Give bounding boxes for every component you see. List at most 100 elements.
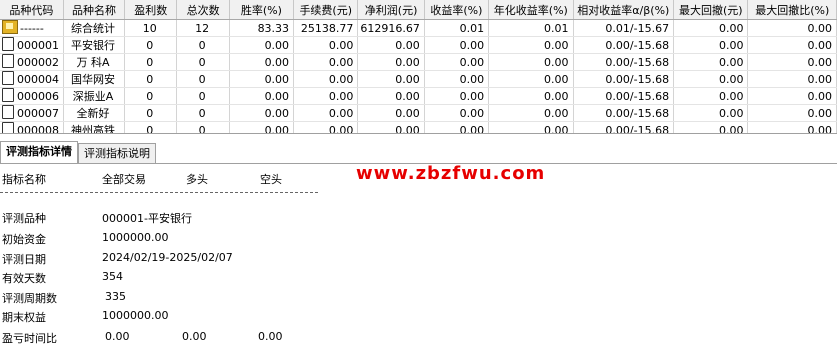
table-cell: 0.01 [488,19,574,37]
table-cell: 0.00 [488,104,574,122]
column-header[interactable]: 净利润(元) [357,0,425,20]
table-cell: 0.00 [673,87,749,105]
table-cell: 0.00 [229,36,295,54]
table-cell: 0.00 [488,121,574,133]
table-cell: 0.00 [357,53,425,71]
table-cell: 全新好 [63,104,126,122]
table-cell: 0 [124,104,178,122]
metric-label: 初始资金 [2,233,46,246]
metric-value: 335 [105,290,126,303]
table-cell: 0 [176,87,230,105]
table-cell: 0.00 [747,53,837,71]
table-cell: 0.00 [357,121,425,133]
metric-value: 354 [102,270,123,283]
stock-file-icon [2,88,14,102]
table-row[interactable]: 000008 神州高铁 0 0 0.00 0.00 0.00 0.00 0.00 0.00/-15… [0,121,837,134]
table-cell: 0.00 [673,36,749,54]
column-header[interactable]: 相对收益率α/β(%) [573,0,675,20]
metric-value: 2024/02/19-2025/02/07 [102,251,233,264]
stock-file-icon [2,54,14,68]
table-cell: 0.00 [488,36,574,54]
table-cell: 深振业A [63,87,126,105]
column-header[interactable]: 年化收益率(%) [488,0,574,20]
results-table-container[interactable]: 品种代码 品种名称 盈利数 总次数 胜率(%) 手续费(元) 净利润(元) 收益率(%) 年化收… [0,0,837,134]
table-cell: 83.33 [229,19,295,37]
tab-metrics-explanation[interactable]: 评测指标说明 [78,143,156,163]
table-cell: 0.00 [673,19,749,37]
metric-label: 评测周期数 [2,292,57,305]
table-cell: 612916.67 [357,19,425,37]
table-cell: 0.00 [747,121,837,133]
column-header[interactable]: 总次数 [176,0,230,20]
table-header-row: 品种代码 品种名称 盈利数 总次数 胜率(%) 手续费(元) 净利润(元) 收益率(%) 年化收… [0,0,837,20]
table-cell: 0.00/-15.68 [573,104,675,122]
stock-file-icon [2,37,14,51]
table-cell: 0 [176,121,230,133]
table-cell: 0 [176,104,230,122]
table-cell: 0.00 [424,53,490,71]
table-row[interactable]: 000007 全新好 0 0 0.00 0.00 0.00 0.00 0.00 0.00/-15.… [0,104,837,122]
table-row[interactable]: 000002 万 科A 0 0 0.00 0.00 0.00 0.00 0.00 0.00/-15… [0,53,837,71]
table-cell: 0.00 [673,53,749,71]
table-cell: 0.00 [357,36,425,54]
table-cell: 12 [176,19,230,37]
metric-value: 0.00 [105,330,130,343]
table-cell: 0 [176,70,230,88]
table-cell: 0.00/-15.68 [573,53,675,71]
metric-value-long: 0.00 [182,330,207,343]
table-cell: 0.00 [357,87,425,105]
table-cell: 0.00 [488,87,574,105]
column-header[interactable]: 最大回撤(元) [673,0,749,20]
metric-value: 000001-平安银行 [102,212,192,225]
table-cell: 0 [176,53,230,71]
metric-label: 盈亏时间比 [2,332,57,345]
column-header[interactable]: 胜率(%) [229,0,295,20]
table-cell: 0.00 [424,70,490,88]
column-header[interactable]: 品种代码 [0,0,64,20]
stock-code: 000001 [17,39,59,52]
table-cell: 平安银行 [63,36,126,54]
table-cell: 0 [124,87,178,105]
table-cell: 0.00 [229,104,295,122]
dashed-divider [0,192,318,193]
tab-bar: 评测指标详情 评测指标说明 [0,141,837,164]
table-row[interactable]: 000006 深振业A 0 0 0.00 0.00 0.00 0.00 0.00 0.00/-15… [0,87,837,105]
table-cell: 综合统计 [63,19,126,37]
table-cell: 0.00 [747,87,837,105]
table-cell: 0.00 [229,53,295,71]
table-cell: 000008 [0,121,64,134]
table-cell: 万 科A [63,53,126,71]
table-cell: 0.00/-15.68 [573,87,675,105]
table-cell: 000002 [0,53,64,71]
table-cell: 0.00 [673,104,749,122]
table-cell: 0 [124,121,178,133]
column-header[interactable]: 品种名称 [63,0,126,20]
table-cell: 0.00 [488,70,574,88]
results-table: 品种代码 品种名称 盈利数 总次数 胜率(%) 手续费(元) 净利润(元) 收益率(%) 年化收… [0,0,837,134]
metric-label: 评测日期 [2,253,46,266]
stock-code: 000002 [17,56,59,69]
tab-metrics-detail[interactable]: 评测指标详情 [0,141,78,163]
table-row[interactable]: ------ 综合统计 10 12 83.33 25138.77 612916.67 0.01… [0,19,837,37]
table-cell: 国华网安 [63,70,126,88]
stock-code: ------ [20,22,44,35]
table-cell: 0.00 [293,70,359,88]
table-row[interactable]: 000001 平安银行 0 0 0.00 0.00 0.00 0.00 0.00 0.00/-15… [0,36,837,54]
column-header[interactable]: 最大回撤比(%) [747,0,837,20]
col-header-long: 多头 [186,173,208,186]
table-cell: 0.00/-15.68 [573,36,675,54]
column-header[interactable]: 盈利数 [124,0,178,20]
table-cell: 0.00 [229,121,295,133]
table-cell: ------ [0,19,64,37]
table-row[interactable]: 000004 国华网安 0 0 0.00 0.00 0.00 0.00 0.00 0.00/-15… [0,70,837,88]
stock-code: 000006 [17,90,59,103]
table-cell: 0.00 [229,87,295,105]
table-cell: 0.00/-15.68 [573,70,675,88]
col-header-short: 空头 [260,173,282,186]
column-header[interactable]: 收益率(%) [424,0,490,20]
table-cell: 0.00 [293,53,359,71]
stock-code: 000008 [17,124,59,134]
column-header[interactable]: 手续费(元) [293,0,359,20]
table-cell: 000006 [0,87,64,105]
table-cell: 0.00 [424,87,490,105]
